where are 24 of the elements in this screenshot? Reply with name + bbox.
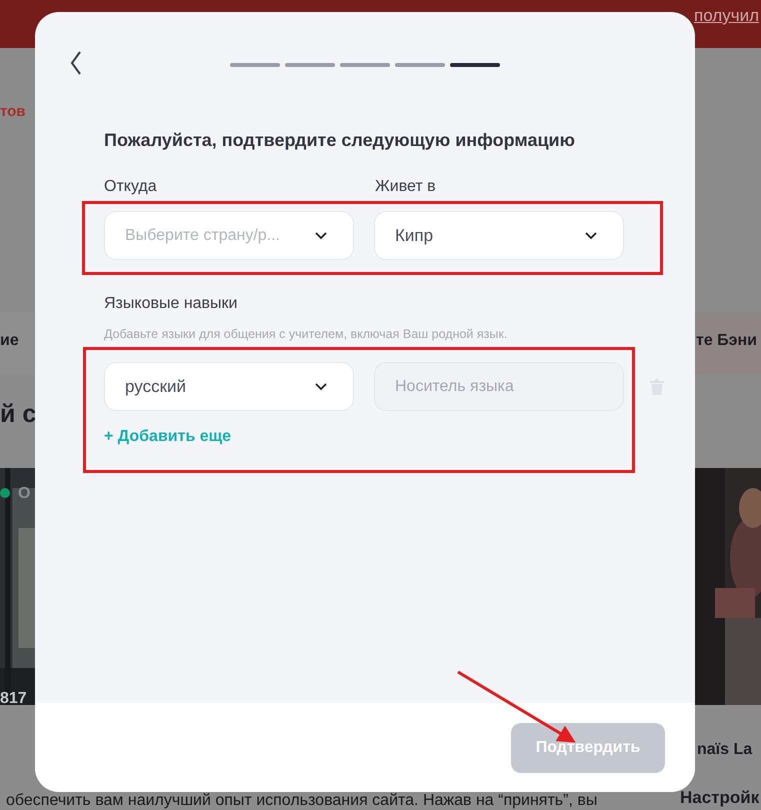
- hint-text: Добавьте языки для общения с учителем, включая Ваш родной язык.: [104, 327, 508, 341]
- language-select[interactable]: русский: [104, 362, 354, 411]
- back-icon[interactable]: [70, 51, 82, 75]
- chevron-down-icon: [585, 232, 597, 240]
- teacher-name: naïs La: [697, 741, 752, 759]
- chevron-down-icon: [315, 382, 327, 390]
- field-label: Живет в: [375, 178, 437, 196]
- section-heading: й с: [0, 400, 36, 429]
- video-stat: 817: [0, 690, 27, 705]
- add-more-link[interactable]: + Добавить еще: [104, 428, 232, 446]
- settings-heading: Настройк: [680, 788, 760, 808]
- banner-link[interactable]: получил: [694, 6, 759, 26]
- section-label: Языковые навыки: [104, 295, 238, 313]
- country-select[interactable]: Выберите страну/р...: [104, 211, 354, 260]
- chevron-down-icon: [315, 232, 327, 240]
- card-title: те Бэни: [696, 332, 758, 350]
- level-select[interactable]: Носитель языка: [374, 362, 624, 411]
- dialog-title: Пожалуйста, подтвердите следующую информацию: [104, 130, 576, 151]
- cookie-text: обеспечить вам наилучший опыт использования сайта. Нажав на “принять”, вы: [6, 792, 598, 810]
- card-title: ие: [0, 332, 19, 350]
- field-label: Откуда: [104, 178, 158, 196]
- status-text: О: [18, 485, 30, 503]
- country-select[interactable]: Кипр: [374, 211, 624, 260]
- nav-text: тов: [0, 103, 26, 120]
